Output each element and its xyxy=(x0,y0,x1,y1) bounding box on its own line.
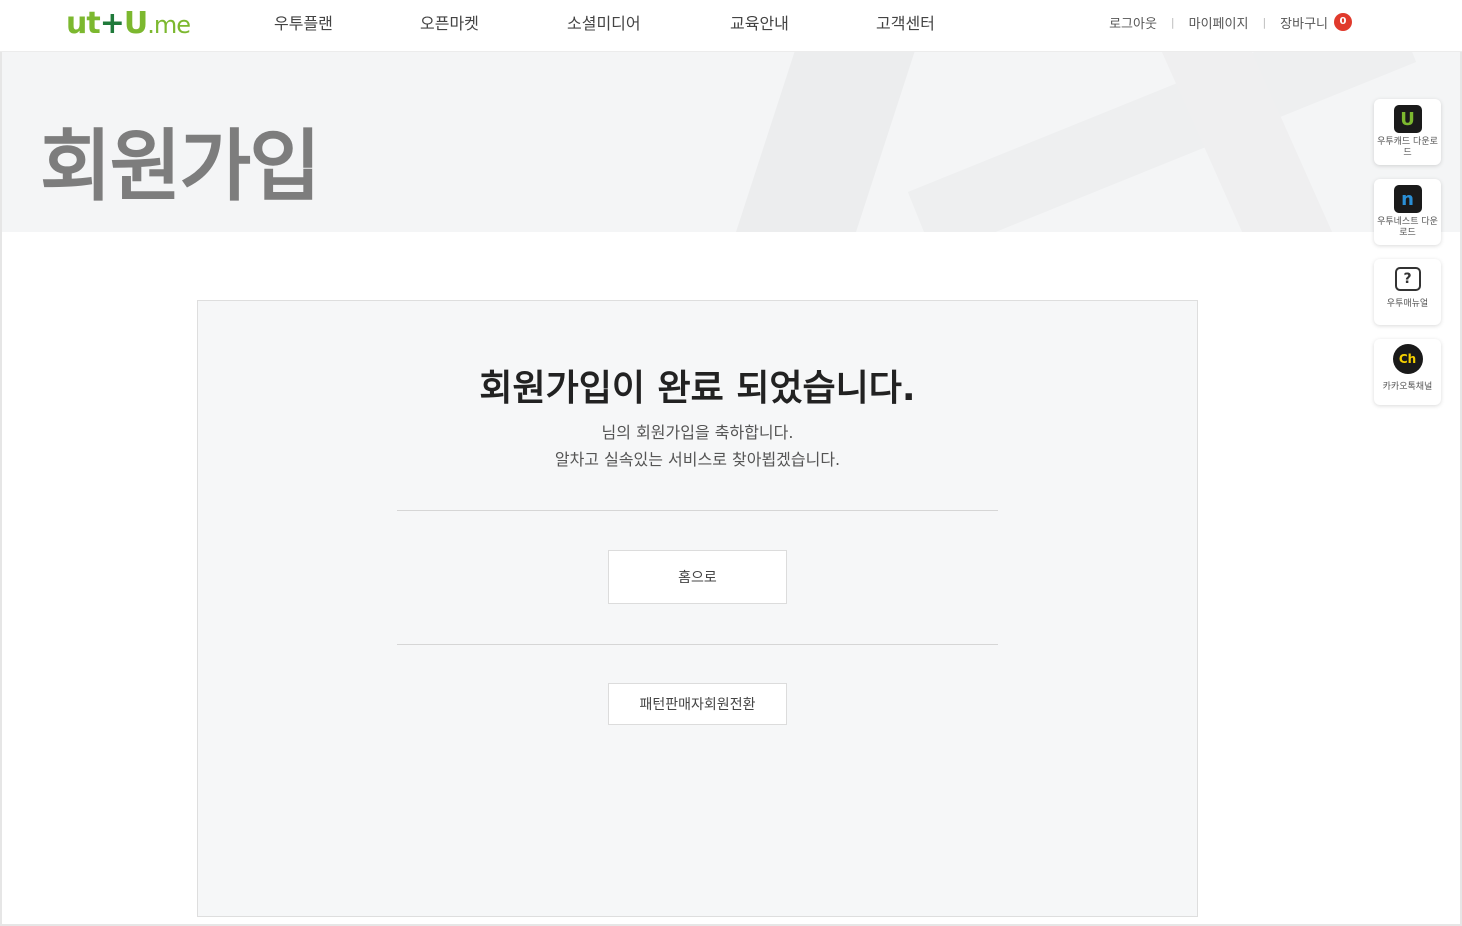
completion-message-line1: 님의 회원가입을 축하합니다. xyxy=(601,423,794,442)
divider xyxy=(397,644,998,645)
quick-menu-label: 우투캐드 다운로드 xyxy=(1377,137,1438,158)
quick-menu-label: 카카오톡채널 xyxy=(1382,382,1433,392)
utility-nav: 로그아웃 | 마이페이지 | 장바구니 0 xyxy=(1109,12,1352,32)
quick-menu-label: 우투매뉴얼 xyxy=(1386,299,1429,309)
quick-menu-ucad-download[interactable]: U 우투캐드 다운로드 xyxy=(1374,99,1441,165)
mypage-link[interactable]: 마이페이지 xyxy=(1189,13,1249,32)
nav-item-education[interactable]: 교육안내 xyxy=(730,10,789,34)
quick-menu-kakao-channel[interactable]: Ch 카카오톡채널 xyxy=(1374,339,1441,405)
cart-count-badge: 0 xyxy=(1334,13,1352,31)
page-hero: 회원가입 xyxy=(2,52,1460,232)
convert-seller-button[interactable]: 패턴판매자회원전환 xyxy=(608,683,787,725)
top-header: ut + U .me 우투플랜 오픈마켓 소셜미디어 교육안내 고객센터 로그아… xyxy=(0,0,1462,52)
nav-item-openmarket[interactable]: 오픈마켓 xyxy=(420,10,479,34)
logout-link[interactable]: 로그아웃 xyxy=(1109,13,1157,32)
manual-book-icon: ? xyxy=(1394,267,1421,291)
logo-part1: ut xyxy=(66,6,101,41)
nav-item-customer-center[interactable]: 고객센터 xyxy=(876,10,935,34)
home-button[interactable]: 홈으로 xyxy=(608,550,787,604)
util-separator: | xyxy=(1262,15,1267,29)
quick-menu-manual[interactable]: ? 우투매뉴얼 xyxy=(1374,259,1441,325)
hero-decoration xyxy=(710,52,934,232)
cart-link[interactable]: 장바구니 xyxy=(1280,13,1328,32)
hero-decoration xyxy=(907,52,1417,232)
completion-title: 회원가입이 완료 되었습니다. xyxy=(479,368,916,409)
nav-item-utuplan[interactable]: 우투플랜 xyxy=(274,10,333,34)
logo-suffix: .me xyxy=(147,11,191,39)
nav-item-socialmedia[interactable]: 소셜미디어 xyxy=(567,10,641,34)
logo-plus: + xyxy=(99,6,125,41)
completion-message-line2: 알차고 실속있는 서비스로 찾아뵙겠습니다. xyxy=(554,450,841,469)
quick-menu-unest-download[interactable]: n 우투네스트 다운로드 xyxy=(1374,179,1441,245)
divider xyxy=(397,510,998,511)
site-logo[interactable]: ut + U .me xyxy=(66,6,191,44)
kakao-channel-icon: Ch xyxy=(1392,344,1423,374)
page-title: 회원가입 xyxy=(40,122,321,212)
signup-complete-panel: 회원가입이 완료 되었습니다. 님의 회원가입을 축하합니다. 알차고 실속있는… xyxy=(197,300,1198,917)
u-app-icon: U xyxy=(1393,105,1422,133)
util-separator: | xyxy=(1170,15,1175,29)
quick-menu-label: 우투네스트 다운로드 xyxy=(1377,217,1438,238)
n-app-icon: n xyxy=(1393,185,1422,213)
logo-part2: U xyxy=(123,6,148,41)
